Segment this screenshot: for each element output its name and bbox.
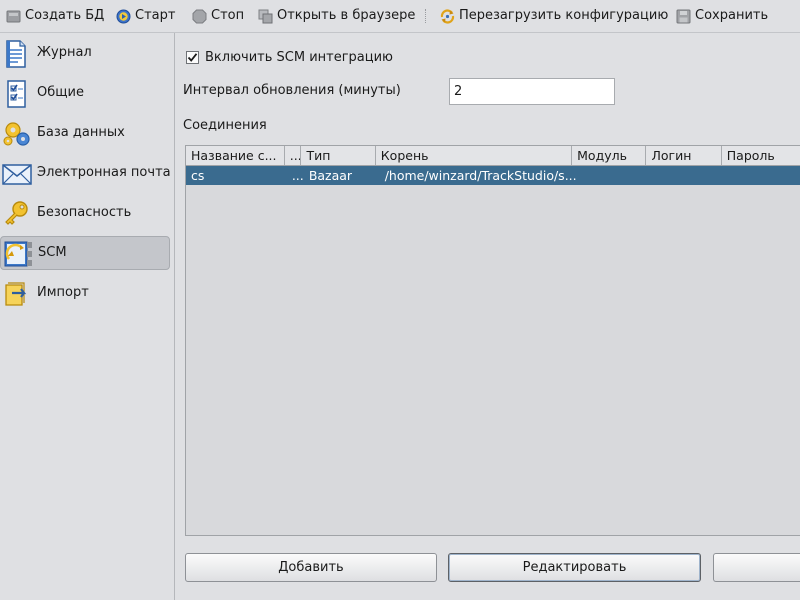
enable-scm-checkbox[interactable] — [186, 51, 199, 64]
reload-icon — [440, 8, 455, 24]
envelope-icon — [2, 159, 32, 189]
stop-icon — [192, 9, 207, 24]
scm-icon — [3, 239, 33, 269]
checklist-icon — [2, 79, 32, 109]
play-icon — [116, 9, 131, 24]
scm-settings-panel: Включить SCM интеграцию Интервал обновле… — [176, 33, 800, 600]
open-browser-button[interactable]: Открыть в браузере — [258, 6, 415, 26]
connections-label: Соединения — [183, 118, 267, 133]
column-header-root[interactable]: Корень — [376, 146, 573, 165]
sidebar-item-import[interactable]: Импорт — [0, 277, 170, 311]
edit-button[interactable]: Редактировать — [448, 553, 701, 582]
add-button[interactable]: Добавить — [185, 553, 437, 582]
enable-scm-row[interactable]: Включить SCM интеграцию — [186, 50, 393, 65]
toolbar: Создать БД Старт Стоп Открыть в браузере… — [0, 0, 800, 33]
column-header-type[interactable]: Тип — [301, 146, 376, 165]
sidebar-item-general[interactable]: Общие — [0, 77, 170, 111]
reload-config-label: Перезагрузить конфигурацию — [459, 8, 669, 23]
sidebar-item-label: Импорт — [37, 285, 89, 300]
delete-button[interactable] — [713, 553, 800, 582]
toolbar-separator — [425, 9, 427, 23]
floppy-disk-icon — [676, 9, 691, 24]
column-header-login[interactable]: Логин — [646, 146, 722, 165]
start-label: Старт — [135, 8, 176, 23]
stop-label: Стоп — [211, 8, 245, 23]
create-db-button[interactable]: Создать БД — [6, 6, 104, 26]
sidebar-item-database[interactable]: База данных — [0, 117, 170, 151]
table-row[interactable]: cs ... Bazaar /home/winzard/TrackStudio/… — [186, 166, 800, 185]
interval-label: Интервал обновления (минуты) — [183, 83, 401, 98]
enable-scm-label: Включить SCM интеграцию — [205, 50, 394, 65]
import-icon — [2, 279, 32, 309]
cell-extra: ... — [291, 168, 304, 183]
checkmark-icon — [187, 53, 198, 62]
database-icon — [6, 9, 21, 24]
column-header-module[interactable]: Модуль — [572, 146, 647, 165]
journal-icon — [2, 39, 32, 69]
cell-type: Bazaar — [308, 168, 353, 183]
create-db-label: Создать БД — [25, 8, 105, 23]
sidebar-item-label: SCM — [38, 245, 67, 260]
sidebar-item-label: Электронная почта — [37, 165, 171, 180]
column-header-extra[interactable]: ... — [285, 146, 302, 165]
gears-icon — [2, 119, 32, 149]
column-header-password[interactable]: Пароль — [722, 146, 800, 165]
sidebar: Журнал Общие База данных Электронная поч… — [0, 33, 175, 600]
column-header-name[interactable]: Название с... — [186, 146, 285, 165]
key-icon — [2, 199, 32, 229]
sidebar-item-label: Общие — [37, 85, 84, 100]
sidebar-item-label: База данных — [37, 125, 125, 140]
sidebar-item-security[interactable]: Безопасность — [0, 197, 170, 231]
sidebar-item-label: Журнал — [37, 45, 92, 60]
sidebar-item-email[interactable]: Электронная почта — [0, 157, 171, 191]
cell-name: cs — [191, 168, 205, 183]
connections-table[interactable]: Название с... ... Тип Корень Модуль Логи… — [185, 145, 800, 536]
sidebar-item-label: Безопасность — [37, 205, 132, 220]
save-button[interactable]: Сохранить — [676, 6, 768, 26]
sidebar-item-journal[interactable]: Журнал — [0, 37, 170, 71]
interval-field[interactable]: 2 — [449, 78, 615, 105]
cell-root: /home/winzard/TrackStudio/s... — [384, 168, 577, 183]
sidebar-item-scm[interactable]: SCM — [0, 236, 170, 270]
start-button[interactable]: Старт — [116, 6, 175, 26]
cell-password — [733, 166, 800, 185]
table-header: Название с... ... Тип Корень Модуль Логи… — [186, 146, 800, 166]
save-label: Сохранить — [695, 8, 769, 23]
stop-button[interactable]: Стоп — [192, 6, 244, 26]
open-browser-label: Открыть в браузере — [277, 8, 416, 23]
cell-login — [656, 166, 733, 185]
reload-config-button[interactable]: Перезагрузить конфигурацию — [440, 6, 668, 26]
browser-icon — [258, 9, 273, 24]
cell-module — [580, 166, 656, 185]
